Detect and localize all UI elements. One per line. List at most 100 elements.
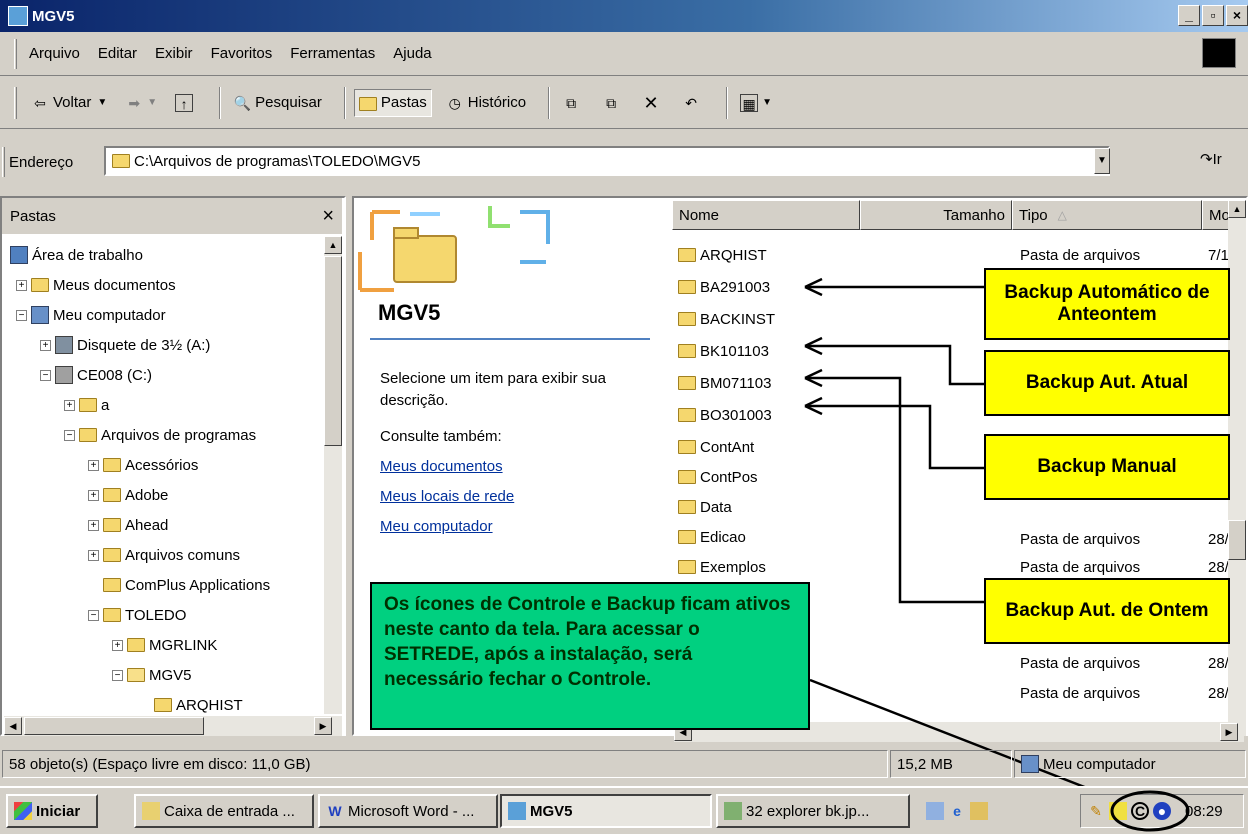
tree-item[interactable]: − Meu computador [16, 300, 166, 330]
file-row[interactable]: ContPos [678, 462, 758, 492]
back-dropdown-icon[interactable]: ▼ [97, 97, 107, 108]
undo-button[interactable]: ↶ [678, 90, 708, 116]
folder-tree-hscroll[interactable]: ◀ ▶ [4, 716, 342, 736]
outlook-express-icon[interactable] [970, 802, 988, 820]
maximize-button[interactable]: ▫ [1202, 5, 1224, 26]
search-button[interactable]: 🔍 Pesquisar [229, 90, 326, 116]
folder-tree-vscroll[interactable]: ▲ [324, 236, 342, 714]
tree-item[interactable]: − TOLEDO [88, 600, 186, 630]
collapse-icon[interactable]: − [88, 609, 99, 621]
contents-vscroll[interactable]: ▲ [1228, 200, 1246, 736]
file-row[interactable]: Exemplos [678, 552, 766, 582]
back-button[interactable]: ⇦ Voltar ▼ [27, 90, 111, 116]
tree-item[interactable]: − CE008 (C:) [40, 360, 152, 390]
minimize-button[interactable]: _ [1178, 5, 1200, 26]
internet-explorer-icon[interactable]: e [948, 802, 966, 820]
delete-button[interactable]: ✕ [638, 90, 668, 116]
scroll-right-icon[interactable]: ▶ [1220, 723, 1238, 741]
collapse-icon[interactable]: − [40, 369, 51, 381]
history-button[interactable]: ◷ Histórico [442, 90, 530, 116]
close-button[interactable]: × [1226, 5, 1248, 26]
task-explorer-bk[interactable]: 32 explorer bk.jp... [716, 794, 910, 828]
scroll-thumb[interactable] [24, 717, 204, 735]
tree-item[interactable]: ComPlus Applications [103, 570, 270, 600]
link-meus-locais-de-rede[interactable]: Meus locais de rede [380, 486, 650, 508]
task-caixa-de-entrada[interactable]: Caixa de entrada ... [134, 794, 314, 828]
expand-icon[interactable]: + [88, 459, 99, 471]
task-microsoft-word[interactable]: W Microsoft Word - ... [318, 794, 498, 828]
controle-icon[interactable]: C [1131, 802, 1149, 820]
views-button[interactable]: ▦ ▼ [736, 90, 776, 116]
file-row[interactable]: BK101103 [678, 336, 769, 366]
expand-icon[interactable]: + [88, 489, 99, 501]
tree-item[interactable]: + Disquete de 3½ (A:) [40, 330, 210, 360]
tree-item[interactable]: + Acessórios [88, 450, 198, 480]
scroll-up-icon[interactable]: ▲ [324, 236, 342, 254]
folders-pane-close-button[interactable]: × [322, 205, 334, 228]
forward-dropdown-icon[interactable]: ▼ [147, 97, 157, 108]
scroll-up-icon[interactable]: ▲ [1228, 200, 1246, 218]
move-to-button[interactable]: ⧉ [558, 90, 588, 116]
scroll-left-icon[interactable]: ◀ [4, 717, 22, 735]
tree-item[interactable]: + Adobe [88, 480, 168, 510]
folders-button[interactable]: Pastas [353, 88, 432, 117]
collapse-icon[interactable]: − [16, 309, 27, 321]
see-also-label: Consulte também: [380, 428, 502, 445]
tree-item[interactable]: + MGRLINK [112, 630, 217, 660]
expand-icon[interactable]: + [112, 639, 123, 651]
tray-tool-icon[interactable]: ✎ [1087, 802, 1105, 820]
type-cell: Pasta de arquivos [1020, 654, 1141, 672]
expand-icon[interactable]: + [88, 519, 99, 531]
tree-item[interactable]: − MGV5 [112, 660, 192, 690]
expand-icon[interactable]: + [40, 339, 51, 351]
tree-label: TOLEDO [125, 606, 187, 624]
menu-editar[interactable]: Editar [98, 45, 137, 62]
show-desktop-icon[interactable] [926, 802, 944, 820]
file-row[interactable]: BM071103 [678, 368, 771, 398]
file-row[interactable]: ARQHIST [678, 240, 767, 270]
tree-item[interactable]: + a [64, 390, 109, 420]
go-button[interactable]: ↷Ir [1200, 150, 1222, 168]
expand-icon[interactable]: + [16, 279, 27, 291]
file-row[interactable]: BA291003 [678, 272, 770, 302]
file-row[interactable]: BO301003 [678, 400, 772, 430]
task-mgv5[interactable]: MGV5 [500, 794, 712, 828]
callout-note-green: Os ícones de Controle e Backup ficam ati… [370, 582, 810, 730]
scroll-right-icon[interactable]: ▶ [314, 717, 332, 735]
expand-icon[interactable]: + [88, 549, 99, 561]
link-meu-computador[interactable]: Meu computador [380, 516, 650, 538]
expand-icon[interactable]: + [64, 399, 75, 411]
menu-arquivo[interactable]: Arquivo [29, 45, 80, 62]
status-objects: 58 objeto(s) (Espaço livre em disco: 11,… [2, 750, 888, 778]
link-meus-documentos[interactable]: Meus documentos [380, 456, 650, 478]
tray-note-icon[interactable] [1109, 802, 1127, 820]
menu-ajuda[interactable]: Ajuda [393, 45, 431, 62]
file-row[interactable]: BACKINST [678, 304, 775, 334]
tree-item[interactable]: Área de trabalho [10, 240, 143, 270]
webview-description: Selecione um item para exibir sua descri… [380, 368, 650, 538]
forward-button[interactable]: ➡ ▼ [121, 90, 161, 116]
file-row[interactable]: ContAnt [678, 432, 754, 462]
copy-to-button[interactable]: ⧉ [598, 90, 628, 116]
collapse-icon[interactable]: − [64, 429, 75, 441]
backup-icon[interactable]: ● [1153, 802, 1171, 820]
start-button[interactable]: Iniciar [6, 794, 98, 828]
menu-exibir[interactable]: Exibir [155, 45, 193, 62]
column-header-tipo[interactable]: Tipo △ [1012, 200, 1202, 230]
collapse-icon[interactable]: − [112, 669, 123, 681]
scroll-thumb[interactable] [1228, 520, 1246, 560]
column-header-nome[interactable]: Nome [672, 200, 860, 230]
column-header-tamanho[interactable]: Tamanho [860, 200, 1012, 230]
tree-item[interactable]: + Meus documentos [16, 270, 176, 300]
tree-item[interactable]: + Arquivos comuns [88, 540, 240, 570]
menu-favoritos[interactable]: Favoritos [211, 45, 273, 62]
file-row[interactable]: Data [678, 492, 732, 522]
tree-item[interactable]: − Arquivos de programas [64, 420, 256, 450]
up-folder-button[interactable]: ↑ [171, 90, 201, 116]
address-field[interactable]: C:\Arquivos de programas\TOLEDO\MGV5 [104, 146, 1110, 176]
tree-item[interactable]: + Ahead [88, 510, 168, 540]
menu-ferramentas[interactable]: Ferramentas [290, 45, 375, 62]
file-row[interactable]: Edicao [678, 522, 746, 552]
address-dropdown-button[interactable]: ▼ [1094, 148, 1110, 174]
scroll-thumb[interactable] [324, 256, 342, 446]
